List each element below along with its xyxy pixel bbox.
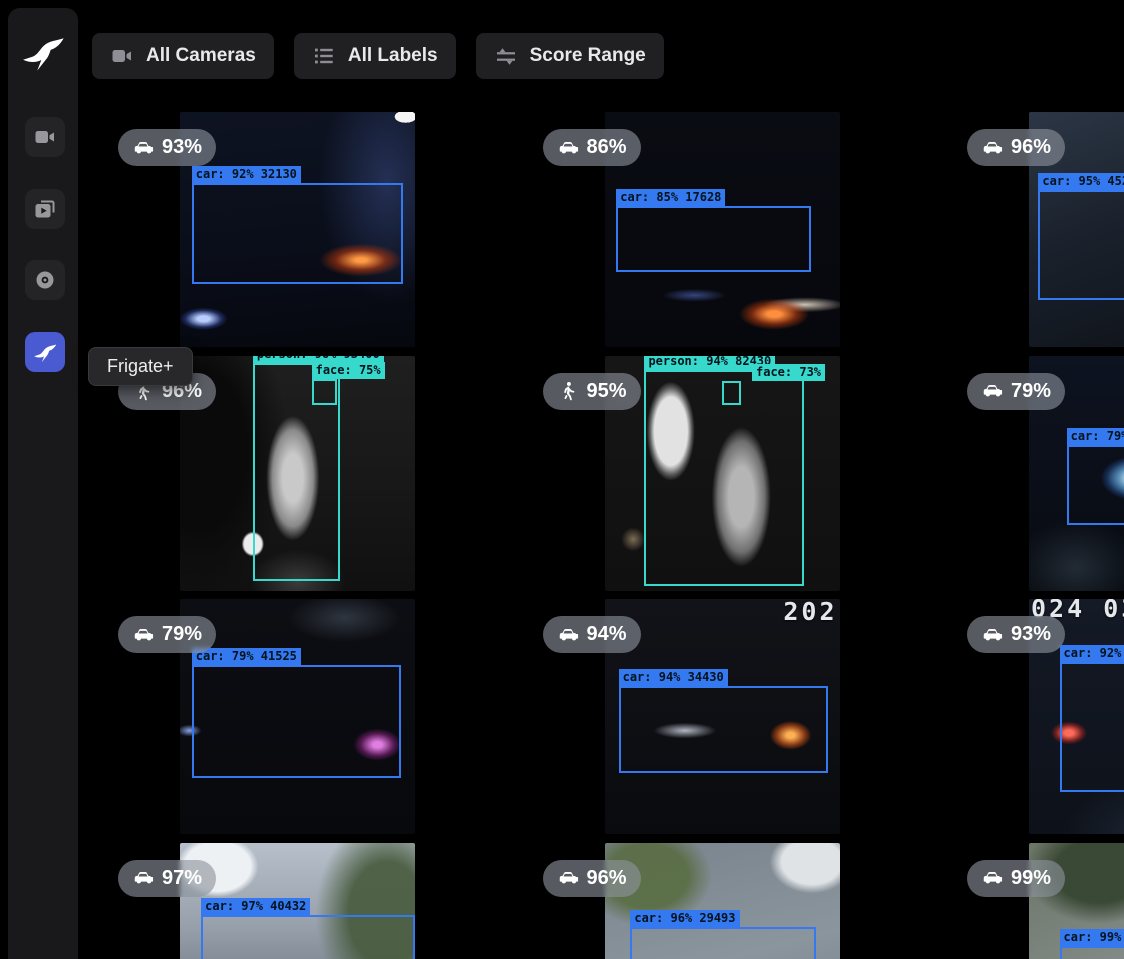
score-value: 99% bbox=[1011, 867, 1051, 890]
score-value: 86% bbox=[587, 136, 627, 159]
detection-card[interactable]: car: 92% 32130 93% bbox=[96, 112, 520, 355]
score-value: 93% bbox=[1011, 623, 1051, 646]
frigate-bird-icon bbox=[21, 30, 65, 74]
detection-label: car: 92% 42186 bbox=[1060, 645, 1124, 662]
score-badge: 96% bbox=[967, 129, 1065, 166]
car-bounding-box bbox=[201, 915, 415, 959]
person-walking-icon bbox=[557, 380, 579, 402]
car-bounding-box bbox=[630, 927, 816, 959]
detection-card[interactable]: car: 79% 79% bbox=[945, 356, 1124, 599]
review-icon bbox=[33, 197, 57, 221]
score-value: 95% bbox=[587, 380, 627, 403]
car-icon bbox=[132, 137, 154, 159]
car-icon bbox=[981, 380, 1003, 402]
explore-icon bbox=[33, 268, 57, 292]
car-bounding-box bbox=[1060, 662, 1124, 791]
car-icon bbox=[557, 137, 579, 159]
sidebar-item-review[interactable] bbox=[25, 189, 65, 229]
score-value: 79% bbox=[162, 623, 202, 646]
detection-card[interactable]: 024 03 0car: 92% 42186 93% bbox=[945, 599, 1124, 842]
detection-card[interactable]: person: 96% 93400face: 75% 96% bbox=[96, 356, 520, 599]
video-camera-icon bbox=[33, 125, 57, 149]
detection-label: car: 92% 32130 bbox=[192, 166, 301, 183]
camera-icon bbox=[110, 44, 134, 68]
filter-label: All Cameras bbox=[146, 45, 256, 67]
score-badge: 93% bbox=[118, 129, 216, 166]
score-value: 96% bbox=[1011, 136, 1051, 159]
filter-label: Score Range bbox=[530, 45, 646, 67]
score-value: 93% bbox=[162, 136, 202, 159]
all-cameras-filter-button[interactable]: All Cameras bbox=[92, 33, 274, 79]
frigate-plus-tooltip: Frigate+ bbox=[88, 347, 193, 386]
filter-toolbar: All Cameras All Labels Score Range bbox=[92, 33, 664, 79]
car-bounding-box bbox=[192, 183, 404, 284]
score-badge: 96% bbox=[543, 860, 641, 897]
car-bounding-box bbox=[619, 686, 828, 773]
score-value: 94% bbox=[587, 623, 627, 646]
list-icon bbox=[312, 44, 336, 68]
sidebar-item-explore[interactable] bbox=[25, 260, 65, 300]
score-badge: 86% bbox=[543, 129, 641, 166]
detection-card[interactable]: 202 car: 94% 34430 94% bbox=[521, 599, 945, 842]
sidebar-item-frigate-plus[interactable] bbox=[25, 332, 65, 372]
score-badge: 79% bbox=[967, 373, 1065, 410]
detection-card[interactable]: car: 99% 254 99% bbox=[945, 843, 1124, 959]
car-bounding-box bbox=[1067, 445, 1124, 525]
detection-card[interactable]: car: 85% 17628 86% bbox=[521, 112, 945, 355]
score-badge: 97% bbox=[118, 860, 216, 897]
score-value: 96% bbox=[587, 867, 627, 890]
detection-card[interactable]: car: 96% 29493 96% bbox=[521, 843, 945, 959]
score-badge: 95% bbox=[543, 373, 641, 410]
person-bounding-box bbox=[722, 381, 741, 405]
sliders-icon bbox=[494, 44, 518, 68]
score-badge: 79% bbox=[118, 616, 216, 653]
car-icon bbox=[557, 624, 579, 646]
detection-label: car: 79% 41525 bbox=[192, 648, 301, 665]
frigate-plus-page: Frigate+ All Cameras All Labels bbox=[0, 0, 1124, 959]
car-bounding-box bbox=[1060, 946, 1124, 959]
score-badge: 99% bbox=[967, 860, 1065, 897]
car-icon bbox=[981, 137, 1003, 159]
car-bounding-box bbox=[192, 665, 401, 778]
detection-label: face: 73% bbox=[752, 364, 825, 381]
car-bounding-box bbox=[1038, 190, 1124, 300]
frigate-bird-icon bbox=[33, 340, 57, 364]
frigate-logo bbox=[21, 30, 65, 78]
detection-card[interactable]: car: 79% 41525 79% bbox=[96, 599, 520, 842]
sidebar bbox=[8, 8, 78, 959]
detection-label: face: 75% bbox=[312, 362, 385, 379]
detection-label: car: 79% bbox=[1067, 428, 1124, 445]
car-icon bbox=[132, 867, 154, 889]
car-bounding-box bbox=[616, 206, 811, 272]
all-labels-filter-button[interactable]: All Labels bbox=[294, 33, 456, 79]
detection-card[interactable]: person: 94% 82430face: 73% 95% bbox=[521, 356, 945, 599]
sidebar-item-live[interactable] bbox=[25, 117, 65, 157]
detection-label: car: 85% 17628 bbox=[616, 189, 725, 206]
detection-label: car: 95% 45260 bbox=[1038, 173, 1124, 190]
car-icon bbox=[132, 624, 154, 646]
filter-label: All Labels bbox=[348, 45, 438, 67]
detection-label: car: 96% 29493 bbox=[630, 910, 739, 927]
score-badge: 94% bbox=[543, 616, 641, 653]
detection-thumbnail[interactable]: car: 97% 40432 bbox=[180, 843, 415, 959]
car-icon bbox=[981, 867, 1003, 889]
person-bounding-box bbox=[312, 379, 338, 405]
score-range-filter-button[interactable]: Score Range bbox=[476, 33, 664, 79]
score-value: 79% bbox=[1011, 380, 1051, 403]
detection-thumbnail[interactable]: car: 96% 29493 bbox=[605, 843, 840, 959]
score-badge: 93% bbox=[967, 616, 1065, 653]
car-icon bbox=[557, 867, 579, 889]
detection-label: car: 97% 40432 bbox=[201, 898, 310, 915]
detection-label: car: 94% 34430 bbox=[619, 669, 728, 686]
camera-timestamp-fragment: 202 bbox=[783, 599, 837, 626]
detection-card[interactable]: car: 97% 40432 97% bbox=[96, 843, 520, 959]
car-icon bbox=[981, 624, 1003, 646]
score-value: 97% bbox=[162, 867, 202, 890]
detection-label: car: 99% 254 bbox=[1060, 929, 1124, 946]
detection-card[interactable]: car: 95% 45260 96% bbox=[945, 112, 1124, 355]
detection-grid: car: 92% 32130 93%car: 85% 17628 86%car:… bbox=[96, 112, 1124, 959]
